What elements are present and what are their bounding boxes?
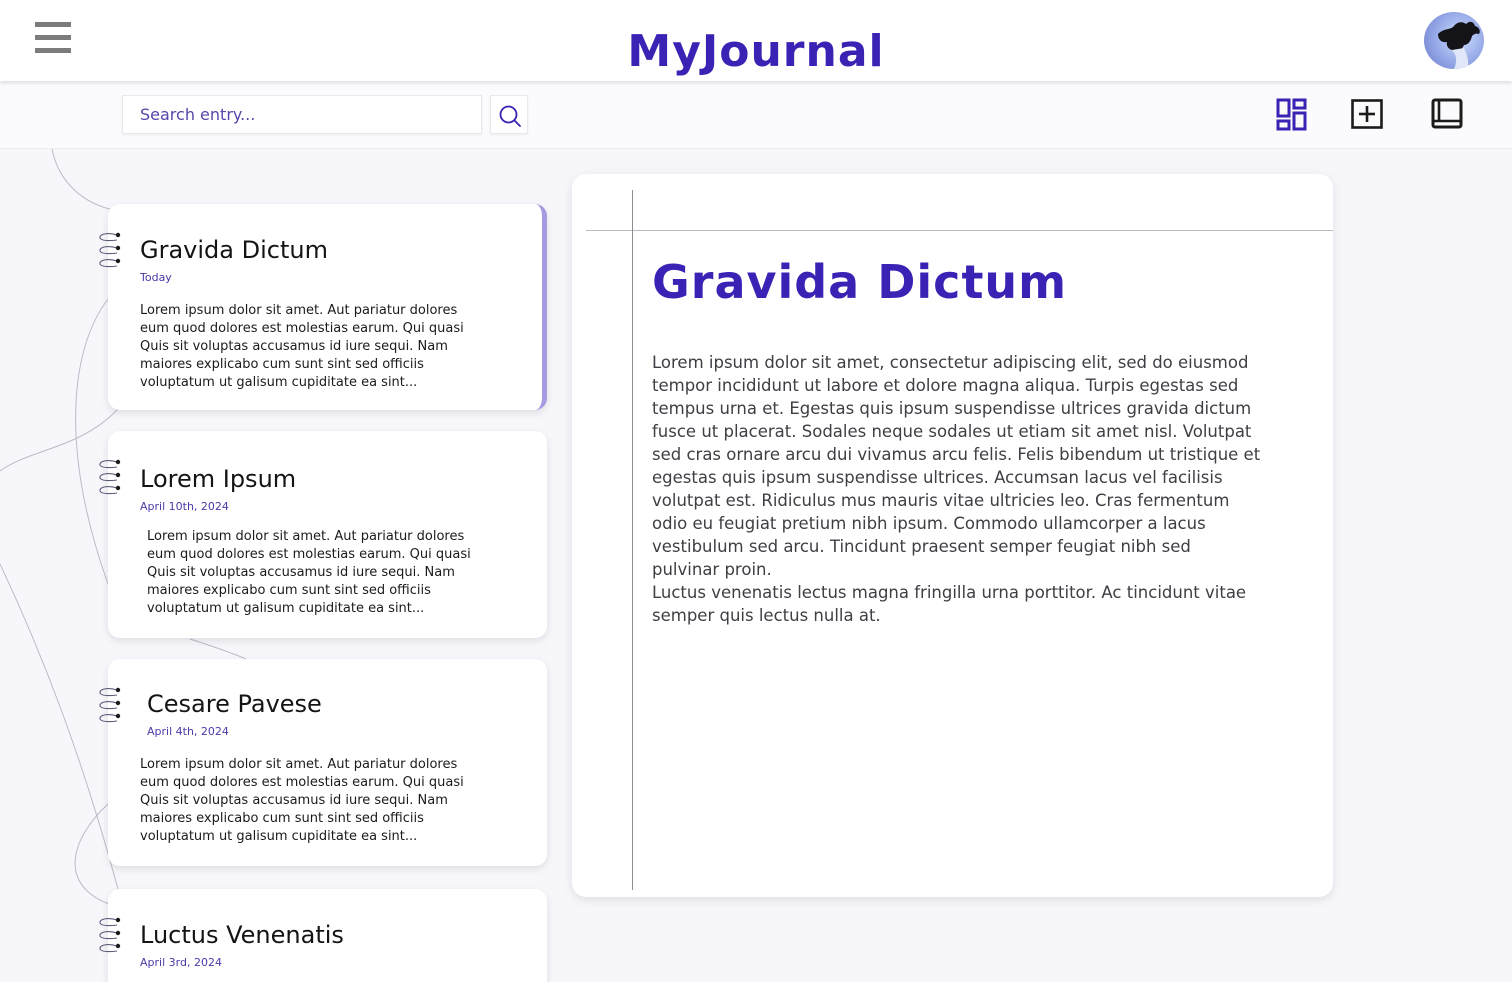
detail-paragraph: Luctus venenatis lectus magna fringilla …: [652, 583, 1247, 625]
entry-detail-panel: Gravida Dictum Lorem ipsum dolor sit ame…: [572, 174, 1333, 897]
app-title: MyJournal: [627, 26, 885, 77]
entry-title: Luctus Venenatis: [140, 921, 344, 949]
entry-card-cesare-pavese[interactable]: Cesare Pavese April 4th, 2024 Lorem ipsu…: [99, 659, 547, 866]
entry-card-lorem-ipsum[interactable]: Lorem Ipsum April 10th, 2024 Lorem ipsum…: [99, 431, 547, 638]
detail-title: Gravida Dictum: [652, 255, 1068, 309]
entry-card-gravida-dictum[interactable]: Gravida Dictum Today Lorem ipsum dolor s…: [99, 204, 547, 410]
entry-excerpt: Lorem ipsum dolor sit amet. Aut pariatur…: [140, 757, 464, 844]
toolbar: [0, 81, 1512, 149]
entry-excerpt: Lorem ipsum dolor sit amet. Aut pariatur…: [140, 303, 464, 390]
spiral-binding-icon: [99, 687, 121, 723]
search-button[interactable]: [490, 95, 528, 134]
entry-date: April 4th, 2024: [147, 725, 229, 738]
entry-card-luctus-venenatis[interactable]: Luctus Venenatis April 3rd, 2024: [99, 889, 547, 982]
page-margin-rule: [632, 190, 633, 890]
spiral-binding-icon: [99, 232, 121, 268]
book-icon[interactable]: [1430, 98, 1464, 132]
user-avatar[interactable]: [1424, 12, 1484, 69]
spiral-binding-icon: [99, 459, 121, 495]
entry-date: April 3rd, 2024: [140, 956, 222, 969]
page-header-rule: [586, 230, 1333, 231]
entry-title: Gravida Dictum: [140, 236, 328, 264]
detail-paragraph: Lorem ipsum dolor sit amet, consectetur …: [652, 353, 1261, 579]
spiral-binding-icon: [99, 917, 121, 953]
entry-date: April 10th, 2024: [140, 500, 229, 513]
app-header: MyJournal: [0, 0, 1512, 81]
entry-title: Lorem Ipsum: [140, 465, 297, 493]
entry-title: Cesare Pavese: [147, 690, 322, 718]
search-icon: [499, 105, 521, 127]
entry-excerpt: Lorem ipsum dolor sit amet. Aut pariatur…: [147, 529, 471, 616]
dashboard-grid-icon[interactable]: [1275, 98, 1309, 132]
search-input[interactable]: [122, 95, 482, 134]
add-entry-icon[interactable]: [1350, 98, 1384, 132]
entry-date: Today: [140, 271, 172, 284]
